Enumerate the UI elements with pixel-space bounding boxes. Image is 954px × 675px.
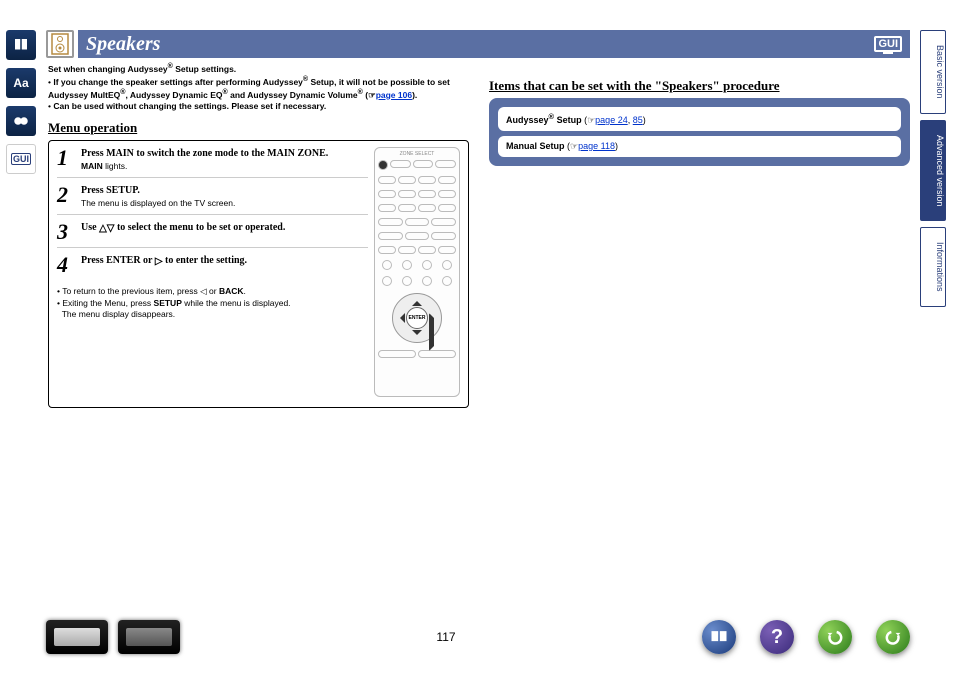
setup-notes: Set when changing Audyssey® Setup settin…	[48, 62, 469, 112]
menu-panel: 1 Press MAIN to switch the zone mode to …	[48, 140, 469, 408]
book-icon[interactable]	[6, 30, 36, 60]
tab-informations[interactable]: Informations	[920, 227, 946, 307]
footer-help-icon[interactable]: ?	[760, 620, 794, 654]
right-tabs: Basic version Advanced version Informati…	[920, 30, 946, 313]
item-audyssey-setup[interactable]: Audyssey® Setup (☞page 24, 85)	[498, 107, 901, 131]
footer-book-icon[interactable]	[702, 620, 736, 654]
footer-back-icon[interactable]	[818, 620, 852, 654]
gui-badge: GUI	[874, 36, 902, 52]
amplifier-back-button[interactable]	[118, 620, 180, 654]
footer-forward-icon[interactable]	[876, 620, 910, 654]
step-2: 2 Press SETUP. The menu is displayed on …	[57, 184, 368, 215]
speaker-icon	[46, 30, 74, 58]
right-column: Items that can be set with the "Speakers…	[489, 62, 910, 408]
items-box: Audyssey® Setup (☞page 24, 85) Manual Se…	[489, 98, 910, 166]
remote-diagram: ZONE SELECT ENTER	[374, 147, 460, 397]
left-column: Set when changing Audyssey® Setup settin…	[48, 62, 469, 408]
left-sidebar: Aa GUI	[6, 30, 38, 182]
panel-footnotes: • To return to the previous item, press …	[57, 286, 368, 322]
page-106-link[interactable]: page 106	[376, 90, 412, 100]
step-1: 1 Press MAIN to switch the zone mode to …	[57, 147, 368, 178]
page-118-link[interactable]: page 118	[578, 141, 615, 151]
header-bar: Speakers GUI	[78, 30, 910, 58]
page-number: 117	[190, 630, 702, 644]
page-title: Speakers	[86, 33, 160, 56]
aa-icon[interactable]: Aa	[6, 68, 36, 98]
item-manual-setup[interactable]: Manual Setup (☞page 118)	[498, 136, 901, 157]
page-85-link[interactable]: 85	[633, 115, 643, 125]
amplifier-front-button[interactable]	[46, 620, 108, 654]
tab-advanced-version[interactable]: Advanced version	[920, 120, 946, 222]
tab-basic-version[interactable]: Basic version	[920, 30, 946, 114]
items-heading: Items that can be set with the "Speakers…	[489, 78, 910, 94]
menu-operation-heading: Menu operation	[48, 120, 469, 136]
gui-sidebar-icon[interactable]: GUI	[6, 144, 36, 174]
step-3: 3 Use △▽ to select the menu to be set or…	[57, 221, 368, 248]
page-24-link[interactable]: page 24	[595, 115, 628, 125]
step-4: 4 Press ENTER or ▷ to enter the setting.	[57, 254, 368, 280]
remote-dpad: ENTER	[392, 293, 442, 343]
page-footer: 117 ?	[46, 617, 910, 657]
page-header: Speakers GUI	[46, 30, 910, 58]
mask-icon[interactable]	[6, 106, 36, 136]
